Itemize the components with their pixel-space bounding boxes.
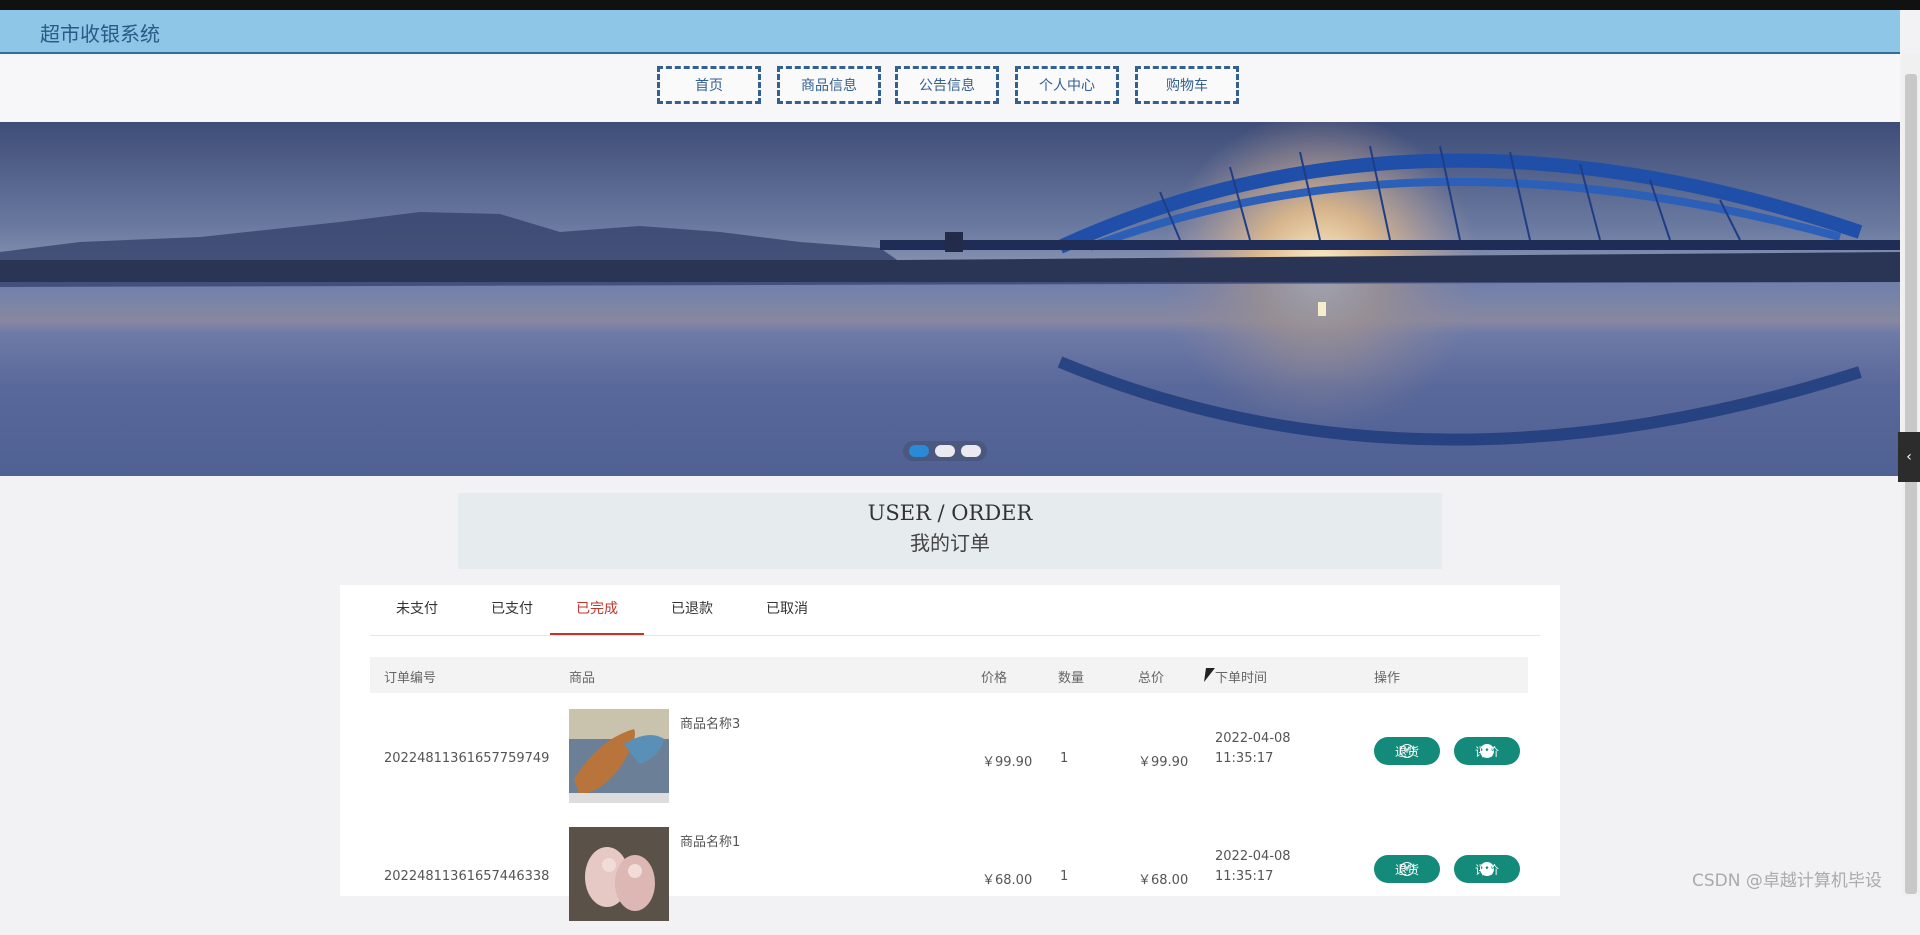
total: ￥99.90 (1138, 755, 1189, 770)
carousel-dot-3[interactable] (961, 445, 981, 457)
tab-completed[interactable]: 已完成 (550, 585, 644, 635)
col-total: 总价 (1138, 671, 1165, 686)
nav-home[interactable]: 首页 (657, 66, 761, 104)
carousel-dot-2[interactable] (935, 445, 955, 457)
product-name: 商品名称1 (680, 835, 741, 850)
refund-button[interactable]: ¥ 退货 (1374, 855, 1440, 883)
col-order-no: 订单编号 (384, 671, 437, 686)
product-thumbnail[interactable] (569, 709, 669, 803)
section-title-cn: 我的订单 (910, 531, 990, 555)
table-row: 20224811361657446338 商品名称1 ￥68.00 1 ￥68.… (370, 817, 1528, 935)
orders-table-header: 订单编号 商品 价格 数量 总价 下单时间 操作 (370, 657, 1528, 693)
col-price: 价格 (981, 671, 1008, 686)
tab-paid[interactable]: 已支付 (465, 585, 559, 633)
order-time: 11:35:17 (1215, 751, 1274, 766)
order-status-tabs: 未支付 已支付 已完成 已退款 已取消 (370, 585, 1540, 636)
site-title: 超市收银系统 (40, 22, 160, 46)
col-qty: 数量 (1058, 671, 1085, 686)
review-button[interactable]: ••• 评价 (1454, 737, 1520, 765)
product-thumbnail[interactable] (569, 827, 669, 921)
col-operations: 操作 (1374, 671, 1401, 686)
banner-image (0, 122, 1900, 476)
tab-cancelled[interactable]: 已取消 (740, 585, 834, 633)
table-row: 20224811361657759749 商品名称3 ￥99.90 1 ￥99.… (370, 699, 1528, 817)
carousel-dots (903, 441, 987, 461)
price: ￥99.90 (982, 755, 1033, 770)
tab-refunded[interactable]: 已退款 (645, 585, 739, 633)
refund-label: 退货 (1394, 744, 1419, 759)
col-product: 商品 (569, 671, 596, 686)
window-top-strip (0, 0, 1920, 10)
nav-profile[interactable]: 个人中心 (1015, 66, 1119, 104)
section-heading: USER / ORDER 我的订单 (458, 493, 1442, 569)
nav-cart[interactable]: 购物车 (1135, 66, 1239, 104)
quantity: 1 (1060, 869, 1069, 884)
total: ￥68.00 (1138, 873, 1189, 888)
order-date: 2022-04-08 (1215, 731, 1291, 746)
review-button[interactable]: ••• 评价 (1454, 855, 1520, 883)
refund-label: 退货 (1394, 862, 1419, 877)
watermark: CSDN @卓越计算机毕设 (1692, 871, 1882, 891)
price: ￥68.00 (982, 873, 1033, 888)
orders-panel: 未支付 已支付 已完成 已退款 已取消 订单编号 商品 价格 数量 总价 下单时… (340, 585, 1560, 921)
side-panel-toggle[interactable]: ‹ (1898, 432, 1920, 482)
banner-carousel (0, 122, 1900, 476)
order-date: 2022-04-08 (1215, 849, 1291, 864)
chevron-left-icon: ‹ (1906, 449, 1912, 465)
review-label: 评价 (1474, 862, 1499, 877)
section-title-en: USER / ORDER (867, 501, 1033, 525)
order-number: 20224811361657446338 (384, 869, 550, 884)
main-nav: 首页 商品信息 公告信息 个人中心 购物车 (0, 54, 1900, 122)
tab-unpaid[interactable]: 未支付 (370, 585, 464, 633)
nav-products[interactable]: 商品信息 (777, 66, 881, 104)
nav-announcements[interactable]: 公告信息 (895, 66, 999, 104)
col-order-time: 下单时间 (1215, 671, 1268, 686)
order-time: 11:35:17 (1215, 869, 1274, 884)
product-name: 商品名称3 (680, 717, 741, 732)
refund-button[interactable]: ¥ 退货 (1374, 737, 1440, 765)
carousel-dot-1[interactable] (909, 445, 929, 457)
order-number: 20224811361657759749 (384, 751, 550, 766)
quantity: 1 (1060, 751, 1069, 766)
site-header: 超市收银系统 (0, 10, 1900, 54)
review-label: 评价 (1474, 744, 1499, 759)
scrollbar-thumb[interactable] (1905, 74, 1917, 894)
